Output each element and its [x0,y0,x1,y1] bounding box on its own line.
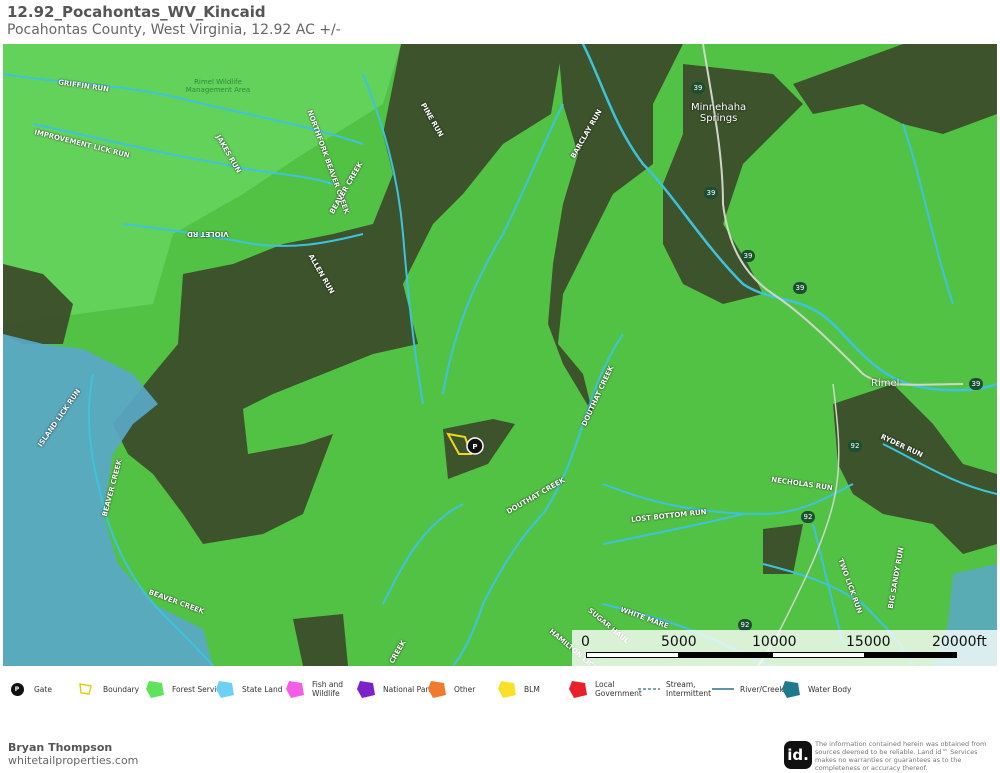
scale-label: 0 [581,634,590,650]
route-shield: 39 [704,187,718,199]
gate-icon-glyph: P [472,443,477,451]
route-shield: 39 [691,82,705,94]
legend-label: Other [454,684,476,694]
scale-segment [586,652,679,658]
route-shield: 39 [969,378,983,390]
town-label-minnehaha[interactable]: Minnehaha Springs [691,102,746,124]
land-id-logo: id. [784,741,812,769]
legend-item-blm: BLM [496,678,540,700]
scale-label: 5000 [661,634,697,650]
scale-segment [772,652,865,658]
legend-label: Stream, Intermittent [666,680,712,698]
legend-item-boundary: Boundary [75,678,139,700]
gate-icon: P [10,682,24,696]
legend-item-gate: P Gate [6,678,52,700]
river-creek-icon [712,688,734,690]
legend-item-river-creek: River/Creek [712,678,784,700]
scale-bar: 0 5000 10000 15000 20000ft [572,630,997,666]
other-icon [428,681,446,698]
scale-segment [679,652,772,658]
legend-label: National Parl [383,684,431,694]
legend-item-other: Other [426,678,475,700]
legend-item-state-land: State Land [214,678,283,700]
fish-wildlife-icon [286,681,304,698]
route-shield: 92 [848,440,862,452]
agent-name: Bryan Thompson [8,741,113,754]
legend-label: River/Creek [740,684,784,694]
national-park-icon [357,681,375,698]
legend-item-water-body: Water Body [780,678,852,700]
legend-item-stream-intermittent: Stream, Intermittent [638,678,711,700]
scale-segment [865,652,957,658]
water-body-icon [782,681,800,698]
stream-intermittent-icon [638,688,660,690]
legend-label: Local Government [595,680,642,698]
boundary-icon [79,683,92,695]
map-viewport[interactable]: P Rimel Wildlife Management Area Minneha… [3,44,997,666]
road-label: VIOLET RD [187,230,229,238]
wma-label: Rimel Wildlife Management Area [185,78,251,94]
legend-label: BLM [524,684,540,694]
scale-label: 10000 [752,634,797,650]
map-subtitle: Pocahontas County, West Virginia, 12.92 … [7,22,341,38]
legend-label: Fish and Wildlife [312,680,344,698]
legend-item-fish-wildlife: Fish and Wildlife [284,678,343,700]
scale-label: 20000ft [932,634,987,650]
agent-website-link[interactable]: whitetailproperties.com [8,754,138,767]
map-legend: P Gate Boundary Forest Servic State Land… [0,672,1000,712]
legend-label: State Land [242,684,283,694]
legend-label: Water Body [808,684,852,694]
legend-item-forest-service: Forest Servic [144,678,221,700]
legend-item-national-park: National Parl [355,678,431,700]
scale-label: 15000 [846,634,891,650]
legend-label: Boundary [103,684,140,694]
legend-item-local-government: Local Government [567,678,642,700]
map-title: 12.92_Pocahontas_WV_Kincaid [7,3,266,21]
route-shield: 92 [801,511,815,523]
legend-label: Gate [34,684,52,694]
town-label-rimel[interactable]: Rimel [871,378,899,389]
disclaimer-text: The information contained herein was obt… [815,740,987,772]
route-shield: 39 [741,250,755,262]
forest-service-icon [146,681,164,698]
local-government-icon [569,681,587,698]
route-shield: 39 [793,282,807,294]
blm-icon [498,681,516,698]
state-land-icon [216,681,234,698]
